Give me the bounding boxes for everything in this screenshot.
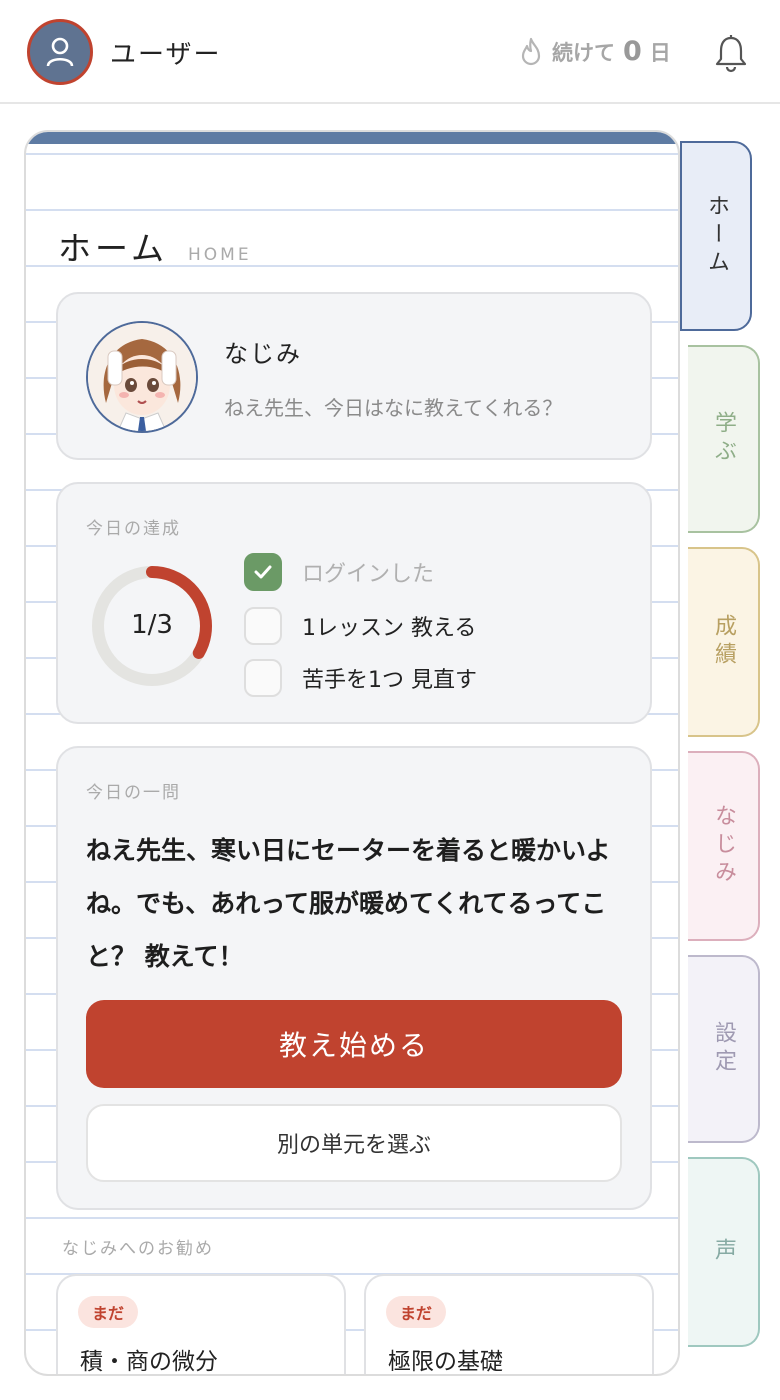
home-notebook: ホーム HOME なじみ ねえ先生、今日はなに教えてくれる？ 今日の達成 1/3… [24,130,680,1376]
tab-label: 成績 [711,614,736,670]
status-badge: まだ [386,1296,447,1328]
top-bar: ユーザー 続けて 0 日 [0,0,780,104]
user-avatar[interactable] [27,19,93,85]
page-title: ホーム HOME [58,222,252,270]
question-label: 今日の一問 [86,783,181,803]
tab-voice[interactable]: 声 [688,1157,760,1347]
check-icon [254,565,272,579]
start-teaching-button[interactable]: 教え始める [86,1000,622,1088]
character-illustration [88,323,196,431]
tab-najimi[interactable]: なじみ [688,751,760,941]
choose-unit-button[interactable]: 別の単元を選ぶ [86,1104,622,1182]
tab-label: なじみ [711,804,736,888]
character-greeting: ねえ先生、今日はなに教えてくれる？ [224,396,563,420]
goal-checkbox[interactable] [244,659,282,697]
character-name: なじみ [224,340,302,368]
goal-checkbox-checked[interactable] [244,553,282,591]
goal-label: 苦手を1つ 見直す [302,668,477,693]
progress-text: 1/3 [131,610,173,640]
tab-label: ホーム [704,194,729,278]
goal-checkbox[interactable] [244,607,282,645]
page-title-en: HOME [188,245,252,265]
tab-label: 学ぶ [711,411,736,467]
tab-label: 設定 [711,1021,736,1077]
goal-item-review[interactable]: 苦手を1つ 見直す [244,659,477,697]
page-title-jp: ホーム [58,229,169,268]
daily-goals-card: 今日の達成 1/3 ログインした 1レッスン 教える 苦手を1つ 見直す [56,482,652,724]
recommend-card[interactable]: まだ 極限の基礎 [364,1274,654,1375]
status-badge: まだ [78,1296,139,1328]
goal-label: 1レッスン 教える [302,616,477,641]
goal-item-lesson[interactable]: 1レッスン 教える [244,607,477,645]
recommend-label: なじみへのお勧め [62,1239,214,1259]
streak-count: 0 [623,36,642,67]
recommend-title: 極限の基礎 [388,1349,503,1375]
recommend-title: 積・商の微分 [80,1349,218,1375]
tab-learn[interactable]: 学ぶ [688,345,760,533]
goal-label: ログインした [302,562,435,587]
streak-prefix: 続けて [552,40,615,65]
user-icon [46,37,74,67]
question-text: ねえ先生、寒い日にセーターを着ると暖かいよね。でも、あれって服が暖めてくれてるっ… [86,836,611,971]
tab-home[interactable]: ホーム [680,141,752,331]
character-portrait [86,321,198,433]
streak-counter: 続けて 0 日 [518,36,671,67]
streak-suffix: 日 [649,40,671,65]
bell-icon[interactable] [712,34,750,74]
tab-grades[interactable]: 成績 [688,547,760,737]
username: ユーザー [110,40,222,70]
tab-label: 声 [711,1238,736,1266]
goals-label: 今日の達成 [86,519,181,539]
character-card[interactable]: なじみ ねえ先生、今日はなに教えてくれる？ [56,292,652,460]
goal-item-login[interactable]: ログインした [244,553,435,591]
tab-settings[interactable]: 設定 [688,955,760,1143]
flame-icon [521,37,541,65]
recommend-card[interactable]: まだ 積・商の微分 [56,1274,346,1375]
daily-question-card: 今日の一問 ねえ先生、寒い日にセーターを着ると暖かいよね。でも、あれって服が暖め… [56,746,652,1210]
